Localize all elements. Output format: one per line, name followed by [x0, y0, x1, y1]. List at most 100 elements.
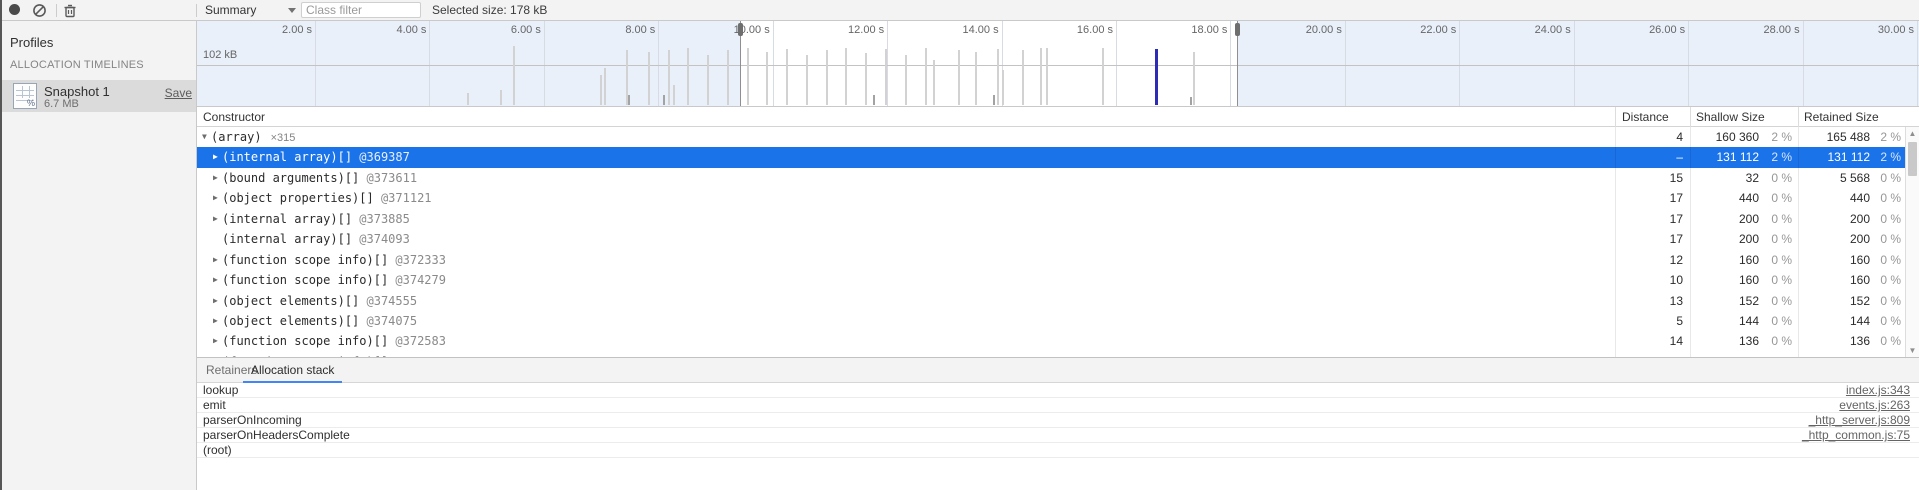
expand-icon[interactable]: ▶ — [213, 168, 218, 188]
stack-frame-row: lookupindex.js:343 — [197, 383, 1919, 398]
expand-icon[interactable]: ▶ — [213, 250, 218, 270]
tab-allocation-stack[interactable]: Allocation stack — [243, 358, 342, 383]
scroll-up-icon[interactable]: ▲ — [1906, 129, 1919, 138]
distance-cell: 17 — [1615, 188, 1683, 208]
stack-frame-function: parserOnHeadersComplete — [203, 428, 350, 443]
allocation-bar — [885, 49, 887, 105]
shallow-size-cell: 136 — [1690, 331, 1759, 351]
retained-percent-cell: 0 % — [1870, 311, 1901, 331]
allocation-bar — [604, 68, 606, 105]
stack-frame-row: parserOnIncoming_http_server.js:809 — [197, 413, 1919, 428]
ruler-tick-label: 2.00 s — [252, 24, 312, 36]
shallow-percent-cell: 0 % — [1759, 168, 1792, 188]
live-allocation-bar — [1155, 49, 1158, 105]
allocation-bar — [628, 95, 630, 105]
allocation-timeline-overview[interactable]: 2.00 s4.00 s6.00 s8.00 s10.00 s12.00 s14… — [197, 21, 1919, 106]
snapshot-title: Snapshot 1 — [44, 84, 110, 99]
grid-scrollbar[interactable]: ▲ ▼ — [1905, 127, 1919, 357]
ruler-tick-label: 24.00 s — [1511, 24, 1571, 36]
distance-cell: – — [1615, 147, 1683, 167]
constructor-name: (object elements)[] @374075 — [222, 311, 417, 331]
object-id: @371121 — [374, 191, 432, 205]
allocation-bar — [668, 50, 670, 105]
table-row[interactable]: ▶(function scope info)[] @374279101600 %… — [197, 270, 1905, 290]
allocation-bar — [747, 48, 749, 105]
allocation-bar — [997, 49, 999, 105]
column-separator — [1798, 127, 1799, 357]
retained-percent-cell: 0 % — [1870, 291, 1901, 311]
allocation-bar — [766, 52, 768, 105]
allocation-bar — [933, 60, 935, 105]
constructor-cell: ▶(function scope info)[] @372583 — [197, 331, 1615, 351]
table-row[interactable]: ▼(array)×3154160 3602 %165 4882 % — [197, 127, 1905, 147]
selection-handle-right-grip[interactable] — [1235, 23, 1240, 36]
sidebar-item-snapshot-1[interactable]: % Snapshot 1 6.7 MB Save — [0, 80, 196, 112]
ruler-tick-label: 26.00 s — [1625, 24, 1685, 36]
expand-icon[interactable]: ▶ — [213, 270, 218, 290]
expand-icon[interactable]: ▶ — [213, 188, 218, 208]
ruler-gridline — [315, 21, 316, 106]
shallow-size-cell: 200 — [1690, 209, 1759, 229]
ruler-gridline — [1459, 21, 1460, 106]
ruler-tick-label: 14.00 s — [939, 24, 999, 36]
ruler-tick-label: 30.00 s — [1854, 24, 1914, 36]
allocation-bar — [826, 50, 828, 105]
snapshot-save-link[interactable]: Save — [165, 86, 192, 100]
allocation-bar — [500, 90, 502, 105]
allocation-bar — [1022, 50, 1024, 105]
clear-button[interactable] — [32, 2, 48, 18]
expand-icon[interactable]: ▶ — [213, 209, 218, 229]
delete-profile-button[interactable] — [63, 2, 79, 18]
source-location-link[interactable]: _http_common.js:75 — [1802, 428, 1910, 443]
source-location-link[interactable]: index.js:343 — [1846, 383, 1910, 398]
expand-icon[interactable]: ▶ — [213, 331, 218, 351]
collapse-icon[interactable]: ▼ — [202, 127, 207, 147]
constructor-cell: ▶(internal array)[] @373885 — [197, 209, 1615, 229]
shallow-size-cell: 440 — [1690, 188, 1759, 208]
source-location-link[interactable]: _http_server.js:809 — [1809, 413, 1910, 428]
constructor-name: (internal array)[] @374093 — [222, 229, 410, 249]
allocation-bar — [865, 53, 867, 105]
retained-size-cell: 136 — [1798, 331, 1870, 351]
table-row[interactable]: ▶(internal array)[] @373885172000 %2000 … — [197, 209, 1905, 229]
constructor-cell: (internal array)[] @374093 — [197, 229, 1615, 249]
distance-cell: 17 — [1615, 209, 1683, 229]
shallow-size-cell: 200 — [1690, 229, 1759, 249]
allocation-bar — [727, 50, 729, 105]
shallow-percent-cell: 0 % — [1759, 188, 1792, 208]
table-row[interactable]: ▶(function scope info)[] @372583141360 %… — [197, 331, 1905, 351]
table-row[interactable]: ▶(bound arguments)[] @37361115320 %5 568… — [197, 168, 1905, 188]
column-header-retained-size[interactable]: Retained Size — [1804, 107, 1879, 127]
table-row[interactable]: ▶(object elements)[] @374555131520 %1520… — [197, 291, 1905, 311]
class-filter-input[interactable] — [301, 2, 421, 18]
table-row[interactable]: ▶(object elements)[] @37407551440 %1440 … — [197, 311, 1905, 331]
table-row[interactable]: ▶(function scope info)[] @372333121600 %… — [197, 250, 1905, 270]
ruler-gridline — [887, 21, 888, 106]
expand-icon[interactable]: ▶ — [213, 147, 218, 167]
shallow-percent-cell: 0 % — [1759, 291, 1792, 311]
trash-icon — [63, 3, 77, 18]
allocation-bar — [1040, 48, 1042, 105]
constructor-cell: ▶(object properties)[] @371121 — [197, 188, 1615, 208]
column-header-constructor[interactable]: Constructor — [203, 107, 265, 127]
table-row[interactable]: ▶(object properties)[] @371121174400 %44… — [197, 188, 1905, 208]
shallow-size-cell: 160 360 — [1690, 127, 1759, 147]
scrollbar-thumb[interactable] — [1908, 142, 1917, 176]
table-row[interactable]: ▶(internal array)[] @369387–131 1122 %13… — [197, 147, 1905, 167]
column-header-shallow-size[interactable]: Shallow Size — [1696, 107, 1765, 127]
table-row[interactable]: (internal array)[] @374093172000 %2000 % — [197, 229, 1905, 249]
perspective-select[interactable]: Summary — [205, 0, 256, 20]
shallow-percent-cell: 2 % — [1759, 127, 1792, 147]
retained-size-cell: 160 — [1798, 250, 1870, 270]
source-location-link[interactable]: events.js:263 — [1839, 398, 1910, 413]
ruler-gridline — [658, 21, 659, 106]
retained-percent-cell: 0 % — [1870, 270, 1901, 290]
expand-icon[interactable]: ▶ — [213, 291, 218, 311]
scroll-down-icon[interactable]: ▼ — [1906, 346, 1919, 355]
column-header-distance[interactable]: Distance — [1622, 107, 1669, 127]
distance-cell: 15 — [1615, 168, 1683, 188]
expand-icon[interactable]: ▶ — [213, 311, 218, 331]
shallow-percent-cell: 0 % — [1759, 250, 1792, 270]
record-button[interactable] — [7, 2, 23, 18]
selection-handle-left-grip[interactable] — [738, 23, 743, 36]
